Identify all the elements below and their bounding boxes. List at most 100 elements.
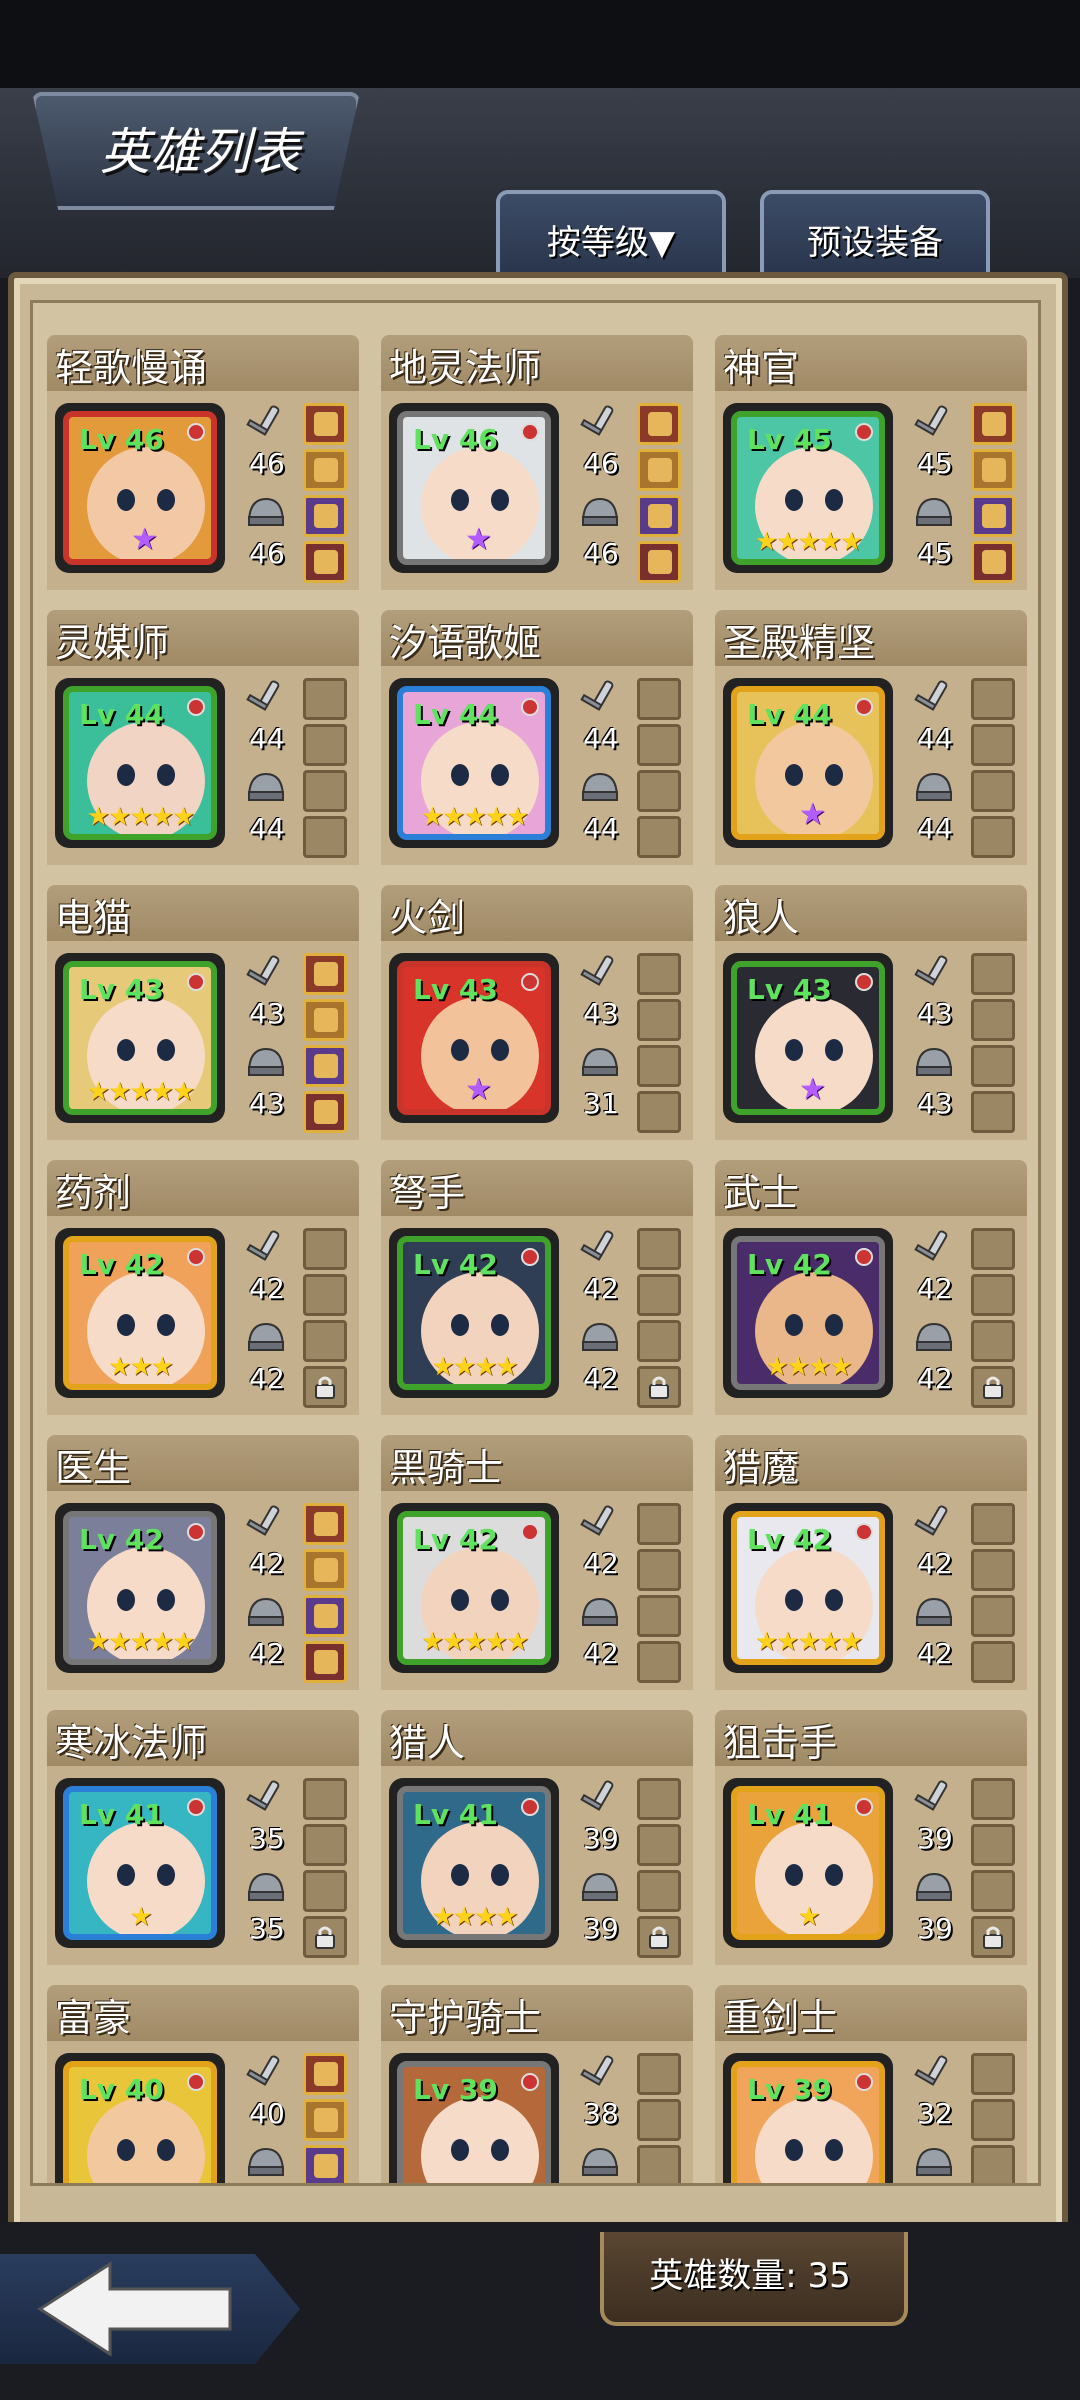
hero-card[interactable]: 电猫 Lv 43 ★★★★★ 43 43 bbox=[47, 885, 359, 1140]
equipment-slot[interactable] bbox=[637, 495, 681, 537]
hero-card[interactable]: 守护骑士 Lv 39 38 bbox=[381, 1985, 693, 2183]
equipment-slot[interactable] bbox=[637, 1595, 681, 1637]
hero-portrait[interactable]: Lv 40 bbox=[55, 2053, 225, 2183]
equipment-slot[interactable] bbox=[303, 2053, 347, 2095]
equipment-slot[interactable] bbox=[637, 1274, 681, 1316]
equipment-slot[interactable] bbox=[637, 816, 681, 858]
locked-equipment-slot[interactable] bbox=[971, 1916, 1015, 1958]
hero-portrait[interactable]: Lv 44 ★★★★★ bbox=[389, 678, 559, 848]
equipment-slot[interactable] bbox=[971, 1595, 1015, 1637]
equipment-slot[interactable] bbox=[303, 1274, 347, 1316]
equipment-slot[interactable] bbox=[637, 2099, 681, 2141]
hero-portrait[interactable]: Lv 44 ★ bbox=[723, 678, 893, 848]
hero-portrait[interactable]: Lv 39 bbox=[723, 2053, 893, 2183]
equipment-slot[interactable] bbox=[637, 724, 681, 766]
equipment-slot[interactable] bbox=[303, 678, 347, 720]
hero-card[interactable]: 火剑 Lv 43 ★ 43 31 bbox=[381, 885, 693, 1140]
equipment-slot[interactable] bbox=[971, 1228, 1015, 1270]
equipment-slot[interactable] bbox=[303, 2145, 347, 2183]
hero-portrait[interactable]: Lv 42 ★★★★★ bbox=[55, 1503, 225, 1673]
equipment-slot[interactable] bbox=[971, 449, 1015, 491]
equipment-slot[interactable] bbox=[303, 770, 347, 812]
equipment-slot[interactable] bbox=[303, 1091, 347, 1133]
equipment-slot[interactable] bbox=[637, 999, 681, 1041]
hero-portrait[interactable]: Lv 41 ★★★★ bbox=[389, 1778, 559, 1948]
equipment-slot[interactable] bbox=[637, 1228, 681, 1270]
equipment-slot[interactable] bbox=[637, 1778, 681, 1820]
equipment-slot[interactable] bbox=[303, 1595, 347, 1637]
equipment-slot[interactable] bbox=[971, 1549, 1015, 1591]
equipment-slot[interactable] bbox=[303, 816, 347, 858]
hero-portrait[interactable]: Lv 41 ★ bbox=[723, 1778, 893, 1948]
hero-card[interactable]: 猎人 Lv 41 ★★★★ 39 39 bbox=[381, 1710, 693, 1965]
equipment-slot[interactable] bbox=[303, 1824, 347, 1866]
equipment-slot[interactable] bbox=[303, 724, 347, 766]
equipment-slot[interactable] bbox=[637, 770, 681, 812]
hero-card[interactable]: 重剑士 Lv 39 32 bbox=[715, 1985, 1027, 2183]
hero-portrait[interactable]: Lv 46 ★ bbox=[55, 403, 225, 573]
equipment-slot[interactable] bbox=[303, 495, 347, 537]
equipment-slot[interactable] bbox=[637, 678, 681, 720]
equipment-slot[interactable] bbox=[637, 449, 681, 491]
locked-equipment-slot[interactable] bbox=[303, 1916, 347, 1958]
hero-card[interactable]: 医生 Lv 42 ★★★★★ 42 42 bbox=[47, 1435, 359, 1690]
equipment-slot[interactable] bbox=[971, 1870, 1015, 1912]
equipment-slot[interactable] bbox=[971, 770, 1015, 812]
equipment-slot[interactable] bbox=[971, 541, 1015, 583]
equipment-slot[interactable] bbox=[971, 1320, 1015, 1362]
equipment-slot[interactable] bbox=[971, 1778, 1015, 1820]
hero-card[interactable]: 狼人 Lv 43 ★ 43 43 bbox=[715, 885, 1027, 1140]
equipment-slot[interactable] bbox=[637, 1870, 681, 1912]
hero-portrait[interactable]: Lv 43 ★ bbox=[389, 953, 559, 1123]
equipment-slot[interactable] bbox=[971, 1503, 1015, 1545]
locked-equipment-slot[interactable] bbox=[637, 1366, 681, 1408]
hero-card[interactable]: 神官 Lv 45 ★★★★★ 45 45 bbox=[715, 335, 1027, 590]
equipment-slot[interactable] bbox=[637, 1641, 681, 1683]
hero-portrait[interactable]: Lv 43 ★ bbox=[723, 953, 893, 1123]
hero-card[interactable]: 汐语歌姬 Lv 44 ★★★★★ 44 44 bbox=[381, 610, 693, 865]
hero-portrait[interactable]: Lv 44 ★★★★★ bbox=[55, 678, 225, 848]
equipment-slot[interactable] bbox=[971, 999, 1015, 1041]
hero-portrait[interactable]: Lv 42 ★★★★ bbox=[723, 1228, 893, 1398]
preset-equipment-tab[interactable]: 预设装备 bbox=[760, 190, 990, 284]
equipment-slot[interactable] bbox=[637, 1549, 681, 1591]
equipment-slot[interactable] bbox=[637, 953, 681, 995]
equipment-slot[interactable] bbox=[637, 2053, 681, 2095]
equipment-slot[interactable] bbox=[971, 953, 1015, 995]
equipment-slot[interactable] bbox=[303, 999, 347, 1041]
equipment-slot[interactable] bbox=[637, 2145, 681, 2183]
equipment-slot[interactable] bbox=[303, 541, 347, 583]
hero-card[interactable]: 黑骑士 Lv 42 ★★★★★ 42 42 bbox=[381, 1435, 693, 1690]
equipment-slot[interactable] bbox=[303, 1228, 347, 1270]
hero-card[interactable]: 猎魔 Lv 42 ★★★★★ 42 42 bbox=[715, 1435, 1027, 1690]
equipment-slot[interactable] bbox=[303, 1641, 347, 1683]
hero-card[interactable]: 灵媒师 Lv 44 ★★★★★ 44 44 bbox=[47, 610, 359, 865]
hero-card[interactable]: 武士 Lv 42 ★★★★ 42 42 bbox=[715, 1160, 1027, 1415]
equipment-slot[interactable] bbox=[303, 1549, 347, 1591]
hero-portrait[interactable]: Lv 42 ★★★★ bbox=[389, 1228, 559, 1398]
equipment-slot[interactable] bbox=[971, 1641, 1015, 1683]
hero-card[interactable]: 圣殿精坚 Lv 44 ★ 44 44 bbox=[715, 610, 1027, 865]
locked-equipment-slot[interactable] bbox=[637, 1916, 681, 1958]
back-button[interactable] bbox=[0, 2254, 300, 2364]
hero-portrait[interactable]: Lv 41 ★ bbox=[55, 1778, 225, 1948]
hero-card[interactable]: 轻歌慢诵 Lv 46 ★ 46 46 bbox=[47, 335, 359, 590]
equipment-slot[interactable] bbox=[971, 724, 1015, 766]
equipment-slot[interactable] bbox=[637, 1503, 681, 1545]
hero-portrait[interactable]: Lv 42 ★★★★★ bbox=[723, 1503, 893, 1673]
equipment-slot[interactable] bbox=[637, 1091, 681, 1133]
equipment-slot[interactable] bbox=[303, 1503, 347, 1545]
equipment-slot[interactable] bbox=[303, 1778, 347, 1820]
equipment-slot[interactable] bbox=[637, 541, 681, 583]
equipment-slot[interactable] bbox=[971, 403, 1015, 445]
hero-card[interactable]: 地灵法师 Lv 46 ★ 46 46 bbox=[381, 335, 693, 590]
hero-portrait[interactable]: Lv 42 ★★★ bbox=[55, 1228, 225, 1398]
equipment-slot[interactable] bbox=[971, 1091, 1015, 1133]
equipment-slot[interactable] bbox=[971, 816, 1015, 858]
equipment-slot[interactable] bbox=[637, 1824, 681, 1866]
equipment-slot[interactable] bbox=[303, 1870, 347, 1912]
equipment-slot[interactable] bbox=[637, 1320, 681, 1362]
hero-card[interactable]: 弩手 Lv 42 ★★★★ 42 42 bbox=[381, 1160, 693, 1415]
equipment-slot[interactable] bbox=[303, 2099, 347, 2141]
hero-portrait[interactable]: Lv 39 bbox=[389, 2053, 559, 2183]
